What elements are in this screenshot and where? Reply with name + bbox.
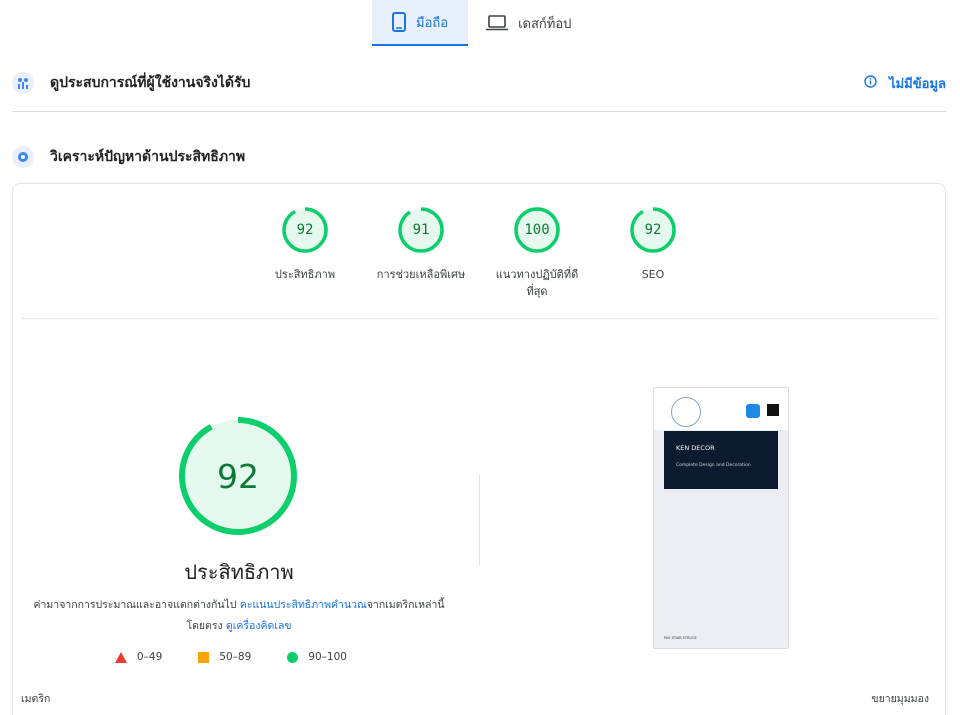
note-text: ค่ามาจากการประมาณและอาจแตกต่างกันไป: [33, 599, 240, 611]
gauge-ring: 92: [629, 206, 677, 254]
performance-gauge-large: 92: [177, 415, 299, 537]
thumbnail-header: [654, 388, 788, 430]
card-divider: [21, 318, 937, 319]
gauge-seo[interactable]: 92 SEO: [606, 206, 700, 300]
tab-desktop[interactable]: เดสก์ท็อป: [468, 0, 589, 46]
info-icon: [864, 74, 877, 92]
gauge-ring: 91: [397, 206, 445, 254]
expand-view-toggle[interactable]: ขยายมุมมอง: [871, 690, 929, 707]
diagnose-title: วิเคราะห์ปัญหาด้านประสิทธิภาพ: [50, 149, 246, 165]
diagnose-section: วิเคราะห์ปัญหาด้านประสิทธิภาพ: [12, 143, 946, 171]
gauge-performance[interactable]: 92 ประสิทธิภาพ: [258, 206, 352, 300]
gauge-score: 91: [412, 222, 430, 238]
field-data-title: ดูประสบการณ์ที่ผู้ใช้งานจริงได้รับ: [50, 75, 251, 91]
category-gauges: 92 ประสิทธิภาพ 91 การช่วยเหลือพิเศษ 100 …: [13, 206, 945, 300]
page-screenshot-thumbnail: KEN DECOR Complete Design and Decoration…: [653, 387, 789, 649]
gauge-label: ประสิทธิภาพ: [274, 268, 336, 281]
no-data-status[interactable]: ไม่มีข้อมูล: [864, 73, 946, 94]
gauge-score: 100: [524, 222, 550, 238]
legend-fail: 0–49: [115, 651, 162, 663]
hero-title: KEN DECOR: [676, 444, 715, 452]
gauge-label: การช่วยเหลือพิเศษ: [376, 268, 466, 281]
gauge-ring: 92: [281, 206, 329, 254]
tab-mobile-label: มือถือ: [416, 15, 449, 31]
report-card: 92 ประสิทธิภาพ 91 การช่วยเหลือพิเศษ 100 …: [12, 183, 946, 715]
hero-subtitle: Complete Design and Decoration: [676, 463, 751, 468]
gauge-score: 92: [644, 222, 662, 238]
site-logo-icon: [671, 397, 701, 427]
tab-desktop-label: เดสก์ท็อป: [518, 16, 572, 32]
laptop-icon: [486, 15, 509, 31]
thumbnail-footer-text: PAS STAIR STRUCE: [664, 636, 697, 640]
smartphone-icon: [392, 12, 406, 32]
gauge-label: SEO: [641, 268, 665, 281]
score-calc-link[interactable]: คะแนนประสิทธิภาพคำนวณ: [240, 599, 367, 611]
performance-title: ประสิทธิภาพ: [184, 560, 294, 584]
gauge-ring: 100: [513, 206, 561, 254]
triangle-icon: [115, 651, 127, 663]
lab-icon: [12, 146, 34, 168]
gauge-score: 92: [296, 222, 314, 238]
calculator-link[interactable]: ดูเครื่องคิดเลข: [226, 620, 292, 632]
legend-pass: 90–100: [287, 651, 347, 663]
section-divider: [12, 111, 946, 112]
chat-icon: [746, 404, 760, 418]
menu-icon: [767, 404, 779, 416]
circle-icon: [287, 651, 299, 663]
gauge-accessibility[interactable]: 91 การช่วยเหลือพิเศษ: [374, 206, 468, 300]
score-legend: 0–49 50–89 90–100: [115, 651, 383, 663]
field-data-section[interactable]: ดูประสบการณ์ที่ผู้ใช้งานจริงได้รับ ไม่มี…: [12, 68, 946, 98]
tab-mobile[interactable]: มือถือ: [372, 0, 469, 46]
gauge-label: แนวทางปฏิบัติที่ดีที่สุด: [495, 268, 579, 298]
legend-average: 50–89: [198, 651, 251, 663]
performance-note: ค่ามาจากการประมาณและอาจแตกต่างกันไป คะแน…: [33, 595, 445, 637]
gauge-best-practices[interactable]: 100 แนวทางปฏิบัติที่ดีที่สุด: [490, 206, 584, 300]
people-chart-icon: [12, 72, 34, 94]
performance-score: 92: [217, 456, 259, 496]
vertical-divider: [479, 474, 480, 566]
metrics-label: เมตริก: [21, 693, 51, 705]
legend-range: 90–100: [308, 651, 347, 663]
legend-range: 50–89: [219, 651, 252, 663]
device-tabs: มือถือ เดสก์ท็อป: [372, 0, 589, 46]
square-icon: [198, 651, 210, 663]
thumbnail-hero: KEN DECOR Complete Design and Decoration: [664, 431, 778, 489]
no-data-label: ไม่มีข้อมูล: [889, 76, 946, 92]
legend-range: 0–49: [137, 651, 163, 663]
